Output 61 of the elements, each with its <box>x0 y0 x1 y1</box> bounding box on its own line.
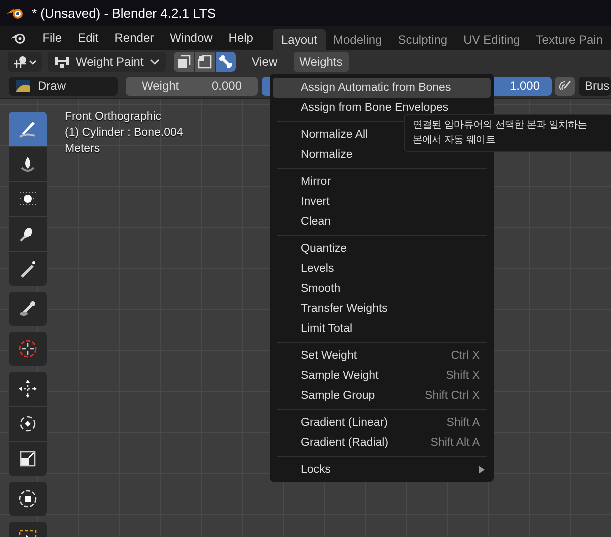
menu-item[interactable]: Quantize <box>273 239 491 259</box>
bone-icon[interactable] <box>216 52 236 72</box>
gradient-pen-icon[interactable] <box>9 252 47 286</box>
workspace-tab[interactable]: Modeling <box>326 29 390 50</box>
window-title: * (Unsaved) - Blender 4.2.1 LTS <box>32 6 216 20</box>
menu-item[interactable]: Smooth <box>273 279 491 299</box>
menu-item[interactable]: Render <box>106 31 162 45</box>
viewport-info-text: (1) Cylinder : Bone.004 <box>65 127 184 139</box>
blender-logo-icon <box>6 6 26 20</box>
pressure-icon[interactable] <box>555 76 575 96</box>
smear-icon[interactable] <box>9 217 47 251</box>
menu-item[interactable]: Normalize <box>273 145 491 165</box>
menu-item[interactable]: Assign from Bone Envelopes <box>273 98 491 118</box>
move-icon[interactable] <box>9 372 47 406</box>
menu-item[interactable]: File <box>34 31 70 45</box>
workspace-tab[interactable]: Sculpting <box>390 29 456 50</box>
tooltip-text: 연결된 암마튜어의 선택한 본과 일치하는 <box>413 119 588 133</box>
workspace-tab[interactable]: Layout <box>273 29 326 50</box>
menu-item[interactable]: Sample Group Shift Ctrl X <box>273 386 491 406</box>
menu-item[interactable]: Help <box>220 31 262 45</box>
viewport-info-text: Meters <box>65 143 102 155</box>
menu-item[interactable]: Edit <box>70 31 107 45</box>
menu-item[interactable]: Transfer Weights <box>273 299 491 319</box>
menu-item[interactable]: Sample Weight Shift X <box>273 366 491 386</box>
weight-paint-icon <box>54 55 70 69</box>
menu-item[interactable]: Mirror <box>273 172 491 192</box>
workspace-tab[interactable]: UV Editing <box>456 29 528 50</box>
workspace-tab[interactable]: Texture Pain <box>528 29 611 50</box>
cursor-icon[interactable] <box>9 332 47 366</box>
menu-item[interactable]: Set Weight Ctrl X <box>273 346 491 366</box>
face-select-icon[interactable] <box>174 52 194 72</box>
transform-icon[interactable] <box>9 482 47 516</box>
menu-item[interactable]: Invert <box>273 192 491 212</box>
mode-dropdown[interactable]: Weight Paint <box>48 52 166 72</box>
menu-item[interactable]: Clean <box>273 212 491 232</box>
brush-preview-icon <box>16 80 30 92</box>
menu-item[interactable]: Window <box>162 31 221 45</box>
blender-logo-icon[interactable] <box>10 31 27 45</box>
menu-item[interactable]: Assign Automatic from Bones <box>273 78 491 98</box>
menu-item[interactable]: Gradient (Radial) Shift Alt A <box>273 433 491 453</box>
brush-selector[interactable]: Draw <box>9 76 118 96</box>
weight-field[interactable]: Weight 0.000 <box>126 76 258 96</box>
brush-field[interactable]: Brus <box>579 76 611 96</box>
scale-icon[interactable] <box>9 442 47 476</box>
viewport-info-text: Front Orthographic <box>65 111 163 123</box>
menu-item[interactable]: Levels <box>273 259 491 279</box>
drop-icon[interactable] <box>9 147 47 181</box>
menu-item[interactable]: Limit Total <box>273 319 491 339</box>
editor-type-button[interactable] <box>8 52 42 72</box>
brush-icon[interactable] <box>9 112 47 146</box>
menu-item[interactable]: Locks <box>273 460 491 480</box>
rotate-icon[interactable] <box>9 407 47 441</box>
eyedropper-icon[interactable] <box>9 292 47 326</box>
header-menu[interactable]: View <box>246 52 284 72</box>
menu-item[interactable]: Gradient (Linear) Shift A <box>273 413 491 433</box>
header-menu[interactable]: Weights <box>294 52 349 72</box>
tooltip-text: 본에서 자동 웨이트 <box>413 134 496 148</box>
dotted-sun-icon[interactable] <box>9 182 47 216</box>
editor-type-icon <box>12 55 38 69</box>
vertex-select-icon[interactable] <box>194 52 215 72</box>
caret-icon <box>150 58 160 66</box>
